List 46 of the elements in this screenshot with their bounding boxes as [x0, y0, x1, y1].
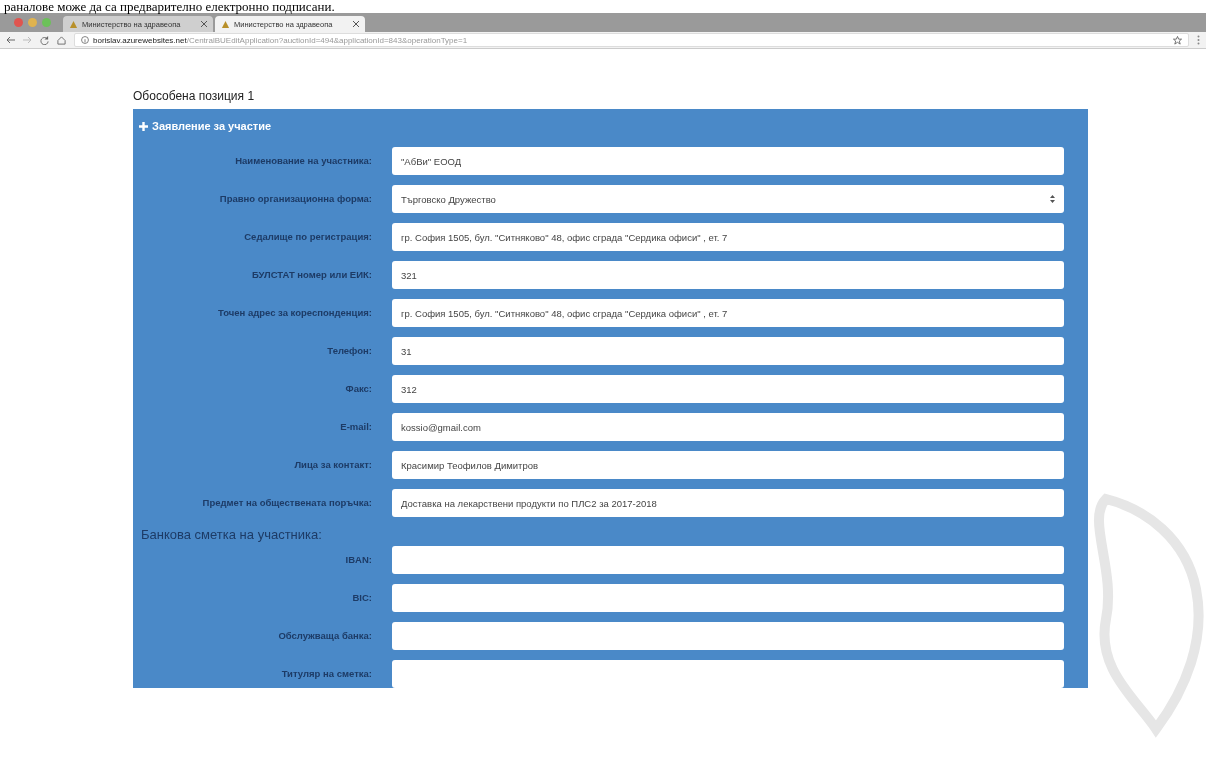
panel-title[interactable]: Заявление за участие — [152, 120, 272, 132]
text-input[interactable]: гр. София 1505, бул. "Ситняково" 48, офис сграда "Сердика офиси" , ет. 7 — [392, 299, 1064, 327]
field-label: BIC: — [351, 592, 372, 604]
field-label: БУЛСТАТ номер или ЕИК: — [250, 269, 372, 281]
forward-arrow-icon[interactable] — [23, 36, 32, 44]
emblem-icon — [69, 19, 78, 29]
text-input[interactable]: Красимир Теофилов Димитров — [392, 451, 1064, 479]
close-icon[interactable] — [353, 21, 359, 27]
updown-caret-icon — [1050, 195, 1055, 203]
back-arrow-icon[interactable] — [6, 36, 15, 44]
select-dropdown[interactable]: Търговско Дружество — [392, 185, 1064, 213]
text-input[interactable]: 31 — [392, 337, 1064, 365]
text-input[interactable]: 312 — [392, 375, 1064, 403]
field-label: Телефон: — [326, 345, 372, 357]
text-input[interactable]: 321 — [392, 261, 1064, 289]
field-label: Обслужваща банка: — [277, 630, 372, 642]
text-input[interactable] — [392, 660, 1064, 688]
text-input[interactable]: kossio@gmail.com — [392, 413, 1064, 441]
star-icon[interactable] — [1173, 35, 1182, 45]
text-input[interactable]: Доставка на лекарствени продукти по ПЛС2 за 2017-2018 — [392, 489, 1064, 517]
text-input[interactable]: гр. София 1505, бул. "Ситняково" 48, офис сграда "Сердика офиси" , ет. 7 — [392, 223, 1064, 251]
address-bar[interactable]: borislav.azurewebsites.net/CentralBUEditApplication?auctionId=494&applicationId=843&operationType=1 — [74, 33, 1189, 47]
bank-account-heading: Банкова сметка на участника: — [141, 527, 323, 542]
field-label: Седалище по регистрация: — [243, 231, 372, 243]
field-label: Точен адрес за кореспонденция: — [216, 307, 372, 319]
field-label: Титуляр на сметка: — [280, 668, 372, 680]
section-heading: Обособена позиция 1 — [133, 88, 256, 105]
field-label: Предмет на обществената поръчка: — [201, 497, 372, 509]
text-input[interactable]: "АбВи" ЕООД — [392, 147, 1064, 175]
reload-icon[interactable] — [40, 35, 49, 45]
text-input[interactable] — [392, 622, 1064, 650]
text-input[interactable] — [392, 584, 1064, 612]
menu-dots-icon[interactable] — [1197, 35, 1200, 45]
field-label: E-mail: — [339, 421, 372, 433]
field-label: Лица за контакт: — [293, 459, 372, 471]
info-icon — [81, 36, 89, 44]
close-icon[interactable] — [201, 21, 207, 27]
field-label: Факс: — [344, 383, 372, 395]
field-label: Наименование на участника: — [234, 155, 372, 167]
text-input[interactable] — [392, 546, 1064, 574]
emblem-icon — [221, 19, 230, 29]
field-label: IBAN: — [344, 554, 372, 566]
field-label: Правно организационна форма: — [218, 193, 372, 205]
home-icon[interactable] — [57, 35, 66, 45]
document-caption: раналове може да са предварително електронно подписани. — [3, 0, 336, 13]
plus-icon[interactable] — [139, 121, 148, 131]
